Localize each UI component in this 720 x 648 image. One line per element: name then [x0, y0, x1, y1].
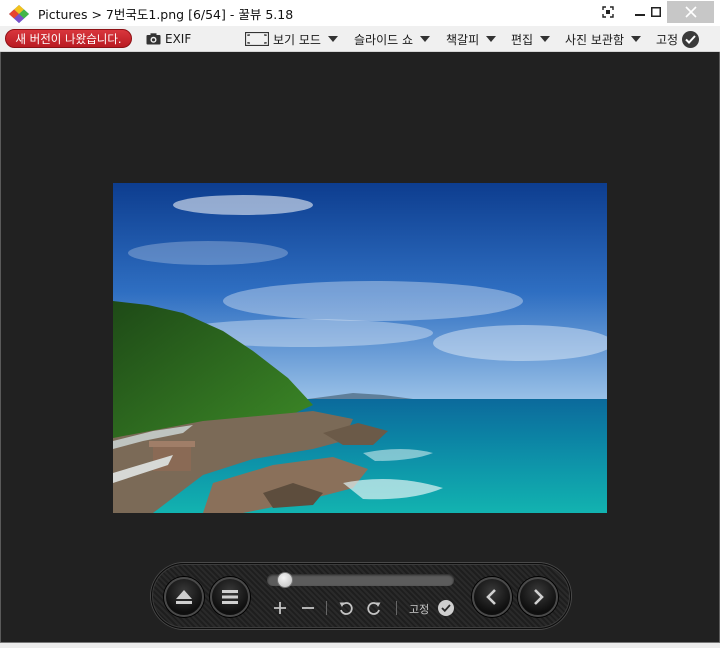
slideshow-label: 슬라이드 쇼 — [354, 32, 414, 47]
progress-slider[interactable] — [267, 574, 454, 586]
eject-button[interactable] — [164, 577, 204, 617]
exif-button[interactable]: EXIF — [146, 31, 191, 47]
fix-label: 고정 — [656, 32, 679, 47]
zoom-out-icon — [302, 607, 314, 609]
status-strip — [0, 642, 720, 648]
dropdown-arrow-icon — [486, 36, 497, 42]
close-button[interactable] — [667, 1, 714, 23]
menu-icon — [222, 590, 238, 604]
photo-box-menu[interactable]: 사진 보관함 — [565, 31, 642, 47]
separator — [326, 601, 327, 615]
window-title: Pictures > 7번국도1.png [6/54] - 꿀뷰 5.18 — [38, 7, 294, 22]
slideshow-menu[interactable]: 슬라이드 쇼 — [354, 31, 431, 47]
zoom-in-button[interactable] — [270, 597, 290, 619]
capture-button[interactable] — [594, 0, 622, 24]
next-icon — [534, 589, 544, 605]
maximize-button[interactable] — [642, 0, 670, 24]
separator — [396, 601, 397, 615]
view-mode-menu[interactable]: 보기 모드 — [245, 31, 338, 47]
toolbar: 새 버전이 나왔습니다. EXIF 보기 모드 슬라이드 쇼 책갈피 편집 사진… — [0, 26, 720, 52]
zoom-in-icon — [274, 602, 286, 614]
dropdown-arrow-icon — [420, 36, 431, 42]
photo-coastal-road — [113, 183, 607, 513]
prev-icon — [486, 589, 496, 605]
capture-icon — [602, 6, 614, 18]
rotate-right-button[interactable] — [364, 597, 384, 619]
view-mode-icon — [245, 32, 269, 46]
maximize-icon — [651, 7, 661, 17]
fix-toggle[interactable]: 고정 — [656, 30, 700, 48]
dropdown-arrow-icon — [631, 36, 642, 42]
next-button[interactable] — [518, 577, 558, 617]
photo-box-label: 사진 보관함 — [565, 32, 625, 47]
dropdown-arrow-icon — [327, 36, 338, 42]
title-bar: Pictures > 7번국도1.png [6/54] - 꿀뷰 5.18 — [0, 0, 720, 26]
update-badge[interactable]: 새 버전이 나왔습니다. — [5, 29, 132, 48]
image-viewer[interactable]: 고정 — [0, 52, 720, 642]
rotate-left-icon — [339, 602, 353, 615]
eject-icon — [176, 590, 192, 604]
zoom-out-button[interactable] — [298, 597, 318, 619]
bookmark-label: 책갈피 — [446, 32, 480, 47]
exif-label: EXIF — [165, 32, 192, 46]
app-logo-icon — [9, 5, 29, 23]
rotate-left-button[interactable] — [336, 597, 356, 619]
fix-label: 고정 — [409, 603, 430, 616]
rotate-right-icon — [367, 602, 381, 615]
view-mode-label: 보기 모드 — [273, 32, 321, 47]
camera-icon — [146, 33, 161, 45]
control-bar: 고정 — [151, 563, 571, 629]
edit-label: 편집 — [511, 32, 534, 47]
menu-button[interactable] — [210, 577, 250, 617]
dropdown-arrow-icon — [540, 36, 551, 42]
prev-button[interactable] — [472, 577, 512, 617]
check-icon — [682, 30, 700, 48]
edit-menu[interactable]: 편집 — [511, 31, 551, 47]
check-icon — [441, 604, 451, 612]
fix-toggle-button[interactable] — [438, 600, 454, 616]
bookmark-menu[interactable]: 책갈피 — [446, 31, 497, 47]
close-icon — [684, 6, 697, 18]
